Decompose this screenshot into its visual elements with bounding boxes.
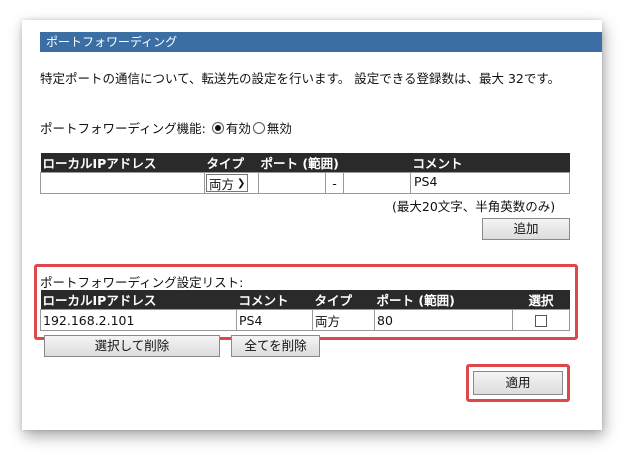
type-select-value: 両方 [209, 176, 235, 192]
list-col-type: タイプ [312, 290, 375, 310]
row-select-checkbox[interactable] [535, 315, 547, 327]
disable-radio[interactable] [252, 121, 265, 134]
enable-label: 有効 [225, 121, 251, 136]
row-comment: PS4 [236, 309, 313, 331]
port-separator: - [325, 172, 344, 194]
ip-cell [40, 172, 205, 194]
col-local-ip: ローカルIPアドレス [40, 153, 205, 173]
disable-label: 無効 [266, 121, 292, 136]
port-to-input[interactable] [343, 174, 410, 192]
port-from-cell [257, 172, 327, 194]
add-table-row: 両方 ❯ - PS4 [40, 172, 570, 194]
add-rule-table: ローカルIPアドレス タイプ ポート (範囲) コメント 両方 ❯ - PS4 [40, 153, 570, 194]
list-col-port: ポート (範囲) [374, 290, 513, 310]
rules-list-table: ローカルIPアドレス コメント タイプ ポート (範囲) 選択 192.168.… [40, 290, 570, 331]
function-label: ポートフォワーディング機能: [40, 121, 206, 136]
comment-input[interactable]: PS4 [411, 174, 569, 192]
list-table-header: ローカルIPアドレス コメント タイプ ポート (範囲) 選択 [40, 290, 570, 310]
apply-button[interactable]: 適用 [473, 371, 563, 395]
function-toggle-row: ポートフォワーディング機能: 有効 無効 [40, 118, 292, 137]
row-ip: 192.168.2.101 [40, 309, 237, 331]
type-select[interactable]: 両方 ❯ [206, 174, 249, 192]
delete-selected-button[interactable]: 選択して削除 [44, 335, 220, 357]
col-type: タイプ [204, 153, 259, 173]
port-from-input[interactable] [259, 174, 325, 192]
delete-all-button[interactable]: 全てを削除 [231, 335, 320, 357]
type-cell: 両方 ❯ [204, 172, 259, 194]
col-comment: コメント [410, 153, 570, 173]
chevron-down-icon: ❯ [237, 177, 246, 189]
list-col-select: 選択 [512, 290, 570, 310]
section-header: ポートフォワーディング [40, 32, 602, 52]
table-row: 192.168.2.101 PS4 両方 80 [40, 309, 570, 331]
add-table-header: ローカルIPアドレス タイプ ポート (範囲) コメント [40, 153, 570, 173]
add-button[interactable]: 追加 [482, 218, 570, 240]
row-type: 両方 [312, 309, 375, 331]
list-title: ポートフォワーディング設定リスト: [40, 275, 244, 290]
col-port: ポート (範囲) [258, 153, 411, 173]
enable-radio[interactable] [211, 121, 224, 134]
port-to-cell [342, 172, 412, 194]
row-port: 80 [374, 309, 513, 331]
ip-input[interactable] [41, 174, 201, 192]
list-col-comment: コメント [236, 290, 313, 310]
list-col-ip: ローカルIPアドレス [40, 290, 237, 310]
settings-panel: ポートフォワーディング 特定ポートの通信について、転送先の設定を行います。 設定… [22, 20, 602, 430]
comment-hint: (最大20文字、半角英数のみ) [392, 199, 556, 214]
description-text: 特定ポートの通信について、転送先の設定を行います。 設定できる登録数は、最大 3… [40, 71, 561, 86]
row-select-cell [512, 309, 570, 331]
comment-cell: PS4 [410, 172, 570, 194]
section-title: ポートフォワーディング [46, 35, 178, 49]
